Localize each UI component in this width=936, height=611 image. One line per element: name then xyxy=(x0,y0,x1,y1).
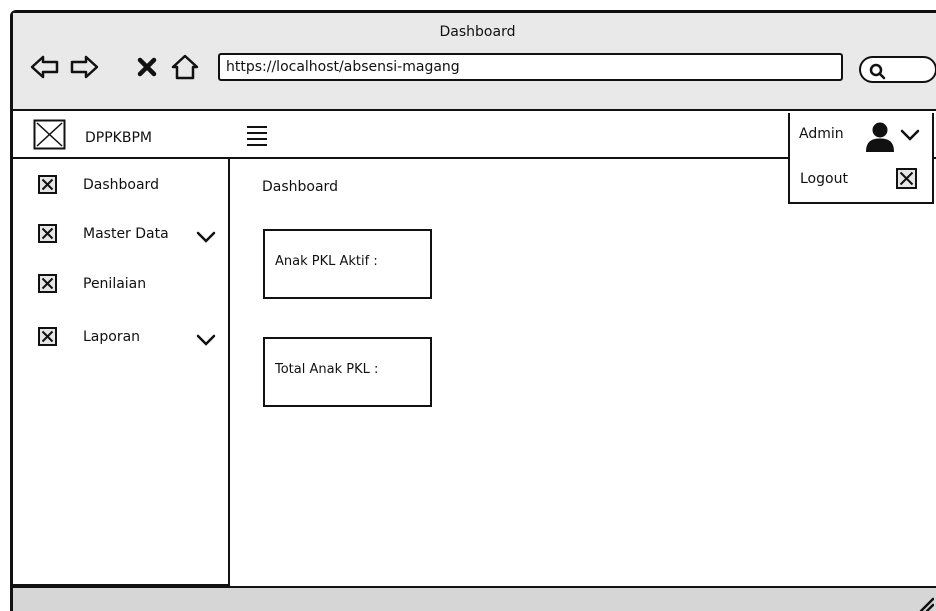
placeholder-icon xyxy=(38,224,57,243)
hamburger-menu-icon[interactable] xyxy=(246,125,268,147)
brand-name: DPPKBPM xyxy=(85,130,152,146)
status-bar xyxy=(13,586,936,611)
placeholder-icon xyxy=(38,274,57,293)
logout-menu-item[interactable]: Logout xyxy=(800,171,848,187)
browser-titlebar: Dashboard https://localhost/absensi-maga… xyxy=(13,13,936,111)
sidebar-item-laporan[interactable]: Laporan xyxy=(13,323,228,355)
user-name: Admin xyxy=(799,126,844,142)
browser-window: Dashboard https://localhost/absensi-maga… xyxy=(10,10,936,611)
placeholder-icon xyxy=(38,327,57,346)
home-icon[interactable] xyxy=(169,52,201,82)
user-dropdown-menu: Logout xyxy=(788,160,934,204)
page-title: Dashboard xyxy=(262,179,338,195)
resize-grip-icon[interactable] xyxy=(918,596,934,611)
stat-card-total-anak-pkl: Total Anak PKL : xyxy=(263,337,432,407)
sidebar-item-penilaian[interactable]: Penilaian xyxy=(13,270,228,302)
stat-card-label: Anak PKL Aktif : xyxy=(275,254,378,269)
window-title: Dashboard xyxy=(439,24,516,40)
address-bar[interactable]: https://localhost/absensi-magang xyxy=(218,53,843,81)
sidebar-item-master-data[interactable]: Master Data xyxy=(13,220,228,252)
close-x-icon[interactable] xyxy=(131,52,163,82)
forward-arrow-icon[interactable] xyxy=(68,52,100,82)
user-menu-button[interactable]: Admin xyxy=(788,113,934,160)
back-arrow-icon[interactable] xyxy=(29,52,61,82)
placeholder-icon xyxy=(38,175,57,194)
sidebar-item-dashboard[interactable]: Dashboard xyxy=(13,171,228,203)
chevron-down-icon[interactable] xyxy=(196,231,216,243)
brand-logo-placeholder-icon xyxy=(33,119,66,150)
sidebar-item-label: Penilaian xyxy=(83,276,147,292)
sidebar-item-label: Dashboard xyxy=(83,177,159,193)
sidebar-item-label: Laporan xyxy=(83,329,141,345)
search-icon xyxy=(869,63,886,80)
user-avatar-icon xyxy=(866,122,894,152)
stat-card-label: Total Anak PKL : xyxy=(275,362,379,377)
chevron-down-icon[interactable] xyxy=(196,334,216,346)
sidebar: Dashboard Master Data Penilaian Laporan xyxy=(13,159,230,586)
browser-search-box[interactable] xyxy=(859,56,936,83)
stat-card-anak-pkl-aktif: Anak PKL Aktif : xyxy=(263,229,432,299)
logout-placeholder-icon[interactable] xyxy=(896,168,917,189)
chevron-down-icon xyxy=(900,129,920,141)
sidebar-item-label: Master Data xyxy=(83,226,169,242)
